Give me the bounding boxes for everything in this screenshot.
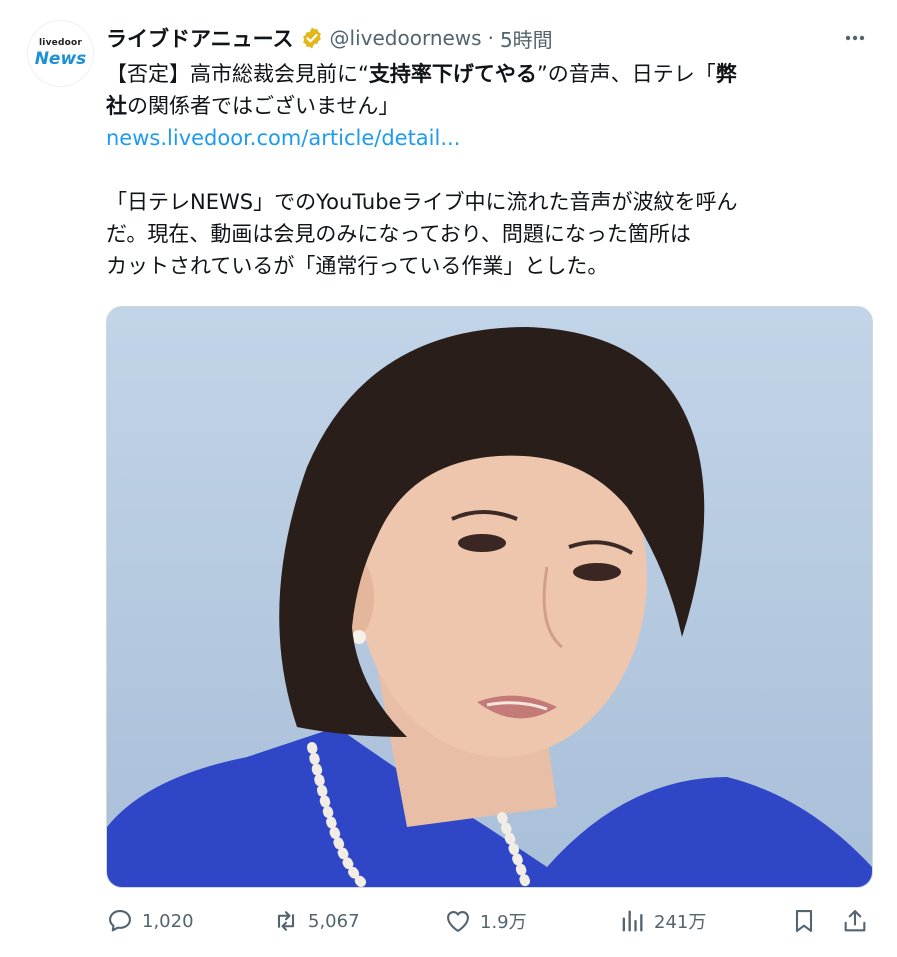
repost-icon <box>277 911 295 931</box>
view-count: 241万 <box>654 912 707 933</box>
like-icon <box>447 910 469 932</box>
like-button[interactable]: 1.9万 <box>444 900 527 942</box>
reply-icon <box>109 910 131 932</box>
avatar-brand-small: livedoor <box>39 38 82 48</box>
tweet-photo[interactable] <box>106 306 873 888</box>
article-link[interactable]: news.livedoor.com/article/detail... <box>106 122 866 154</box>
tweet-body: 「日テレNEWS」でのYouTubeライブ中に流れた音声が波紋を呼ん だ。現在、… <box>106 186 866 282</box>
headline-part: の関係者ではございません」 <box>127 94 400 118</box>
bookmark-icon <box>795 910 813 932</box>
photo-illustration <box>107 307 872 887</box>
headline-bold: 社 <box>106 94 127 118</box>
headline-line-2: 社の関係者ではございません」 <box>106 90 866 122</box>
headline-bold: 弊 <box>715 62 737 86</box>
tweet-text: 【否定】高市総裁会見前に“支持率下げてやる”の音声、日テレ「弊 社の関係者ではご… <box>106 58 866 282</box>
headline-part: ”の音声、日テレ「 <box>536 62 716 86</box>
body-line: だ。現在、動画は会見のみになっており、問題になった箇所は <box>106 222 691 246</box>
share-icon <box>844 910 866 932</box>
views-button[interactable]: 241万 <box>618 900 706 942</box>
avatar[interactable]: livedoor News <box>27 20 94 87</box>
repost-button[interactable]: 5,067 <box>272 900 360 942</box>
headline-bold: 支持率下げてやる <box>368 62 537 86</box>
repost-count: 5,067 <box>308 910 360 932</box>
headline-part: 【否定】高市総裁会見前に“ <box>106 62 369 86</box>
verified-badge-icon[interactable] <box>300 26 324 50</box>
avatar-brand-big: News <box>34 49 87 69</box>
bookmark-button[interactable] <box>790 900 826 942</box>
time-separator: · <box>487 26 494 50</box>
more-icon[interactable] <box>841 24 869 52</box>
headline-line-1: 【否定】高市総裁会見前に“支持率下げてやる”の音声、日テレ「弊 <box>106 58 866 90</box>
body-line: カットされているが「通常行っている作業」とした。 <box>106 254 609 278</box>
like-count: 1.9万 <box>480 912 527 933</box>
reply-button[interactable]: 1,020 <box>106 900 194 942</box>
display-name[interactable]: ライブドアニュース <box>106 23 294 53</box>
tweet-header: ライブドアニュース @livedoornews · 5時間 <box>106 20 877 56</box>
reply-count: 1,020 <box>142 910 194 932</box>
timestamp[interactable]: 5時間 <box>500 24 553 53</box>
body-line: 「日テレNEWS」でのYouTubeライブ中に流れた音声が波紋を呼ん <box>106 190 738 214</box>
views-icon <box>622 910 643 932</box>
tweet-actions: 1,020 5,067 1.9万 241万 <box>106 900 871 942</box>
share-button[interactable] <box>841 900 877 942</box>
handle[interactable]: @livedoornews <box>330 26 482 50</box>
